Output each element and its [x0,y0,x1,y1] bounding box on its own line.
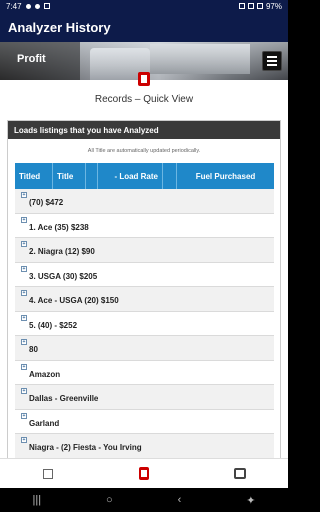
column-header[interactable] [86,163,98,189]
nav-history[interactable] [96,467,192,480]
table-header: Titled Title - Load Rate Fuel Purchased [15,163,274,189]
notification-icon [34,3,40,9]
nav-calculator[interactable] [0,468,96,479]
recents-icon[interactable]: ||| [32,494,41,506]
table-row[interactable]: + Niagra - (2) Fiesta - You Irving [15,434,274,458]
home-icon[interactable]: ○ [106,494,113,506]
battery-percent: 97% [265,1,282,11]
status-bar: 7:47 97% [0,0,288,12]
table-row[interactable]: + (70) $472 [15,189,274,214]
expand-icon[interactable]: + [21,216,27,223]
calculator-icon [43,468,53,479]
column-header[interactable]: - Load Rate [98,163,163,189]
expand-icon[interactable]: + [21,437,27,443]
expand-icon[interactable]: + [21,363,27,370]
panel-note: All Title are automatically updated peri… [87,148,201,154]
expand-icon[interactable]: + [21,314,27,321]
bluetooth-icon [238,3,245,9]
clipboard-icon [138,72,150,86]
expand-icon[interactable]: + [21,412,27,419]
table-row[interactable]: +5. (40) - $252 [15,311,274,336]
clipboard-icon [139,467,149,480]
app-bar: Analyzer History [0,12,288,42]
loads-table: Titled Title - Load Rate Fuel Purchased … [15,163,274,458]
table-row[interactable]: +1. Ace (35) $238 [15,213,274,238]
expand-icon[interactable]: + [21,339,27,345]
table-row[interactable]: +80 [15,336,274,361]
notification-icon [25,3,31,9]
expand-icon[interactable]: + [21,388,27,394]
records-title: Records – Quick View [94,94,194,105]
column-header[interactable]: Title [53,163,86,189]
bus-icon [234,468,246,479]
hamburger-menu-button[interactable] [262,51,282,71]
column-header[interactable]: Titled [15,163,53,189]
analyzed-loads-panel: Loads listings that you have Analyzed Al… [7,120,281,458]
main-content: Records – Quick View Loads listings that… [0,72,288,458]
nav-bus[interactable] [192,468,288,479]
notification-icon [43,3,50,9]
table-row[interactable]: + Dallas - Greenville [15,385,274,410]
bottom-navigation [0,458,288,488]
accessibility-icon[interactable]: ✦ [246,494,255,507]
expand-icon[interactable]: + [21,265,27,272]
back-icon[interactable]: ‹ [178,494,182,506]
signal-icon [256,3,263,9]
expand-icon[interactable]: + [21,192,27,198]
table-body: + (70) $472 +1. Ace (35) $238 +2. Niagra … [15,189,274,458]
table-row[interactable]: +4. Ace - USGA (20) $150 [15,287,274,312]
page-title: Analyzer History [8,19,111,35]
table-row[interactable]: + Amazon [15,360,274,385]
expand-icon[interactable]: + [21,290,27,296]
wifi-icon [247,3,254,9]
status-time: 7:47 [6,1,22,11]
system-navigation: ||| ○ ‹ ✦ [0,488,288,512]
column-header[interactable]: Fuel Purchased [177,163,274,189]
hero-label: Profit [17,53,46,65]
table-row[interactable]: +3. USGA (30) $205 [15,262,274,287]
table-row[interactable]: +2. Niagra (12) $90 [15,238,274,263]
column-header[interactable] [163,163,177,189]
table-row[interactable]: + Garland [15,409,274,434]
expand-icon[interactable]: + [21,241,27,247]
panel-header: Loads listings that you have Analyzed [8,121,280,139]
